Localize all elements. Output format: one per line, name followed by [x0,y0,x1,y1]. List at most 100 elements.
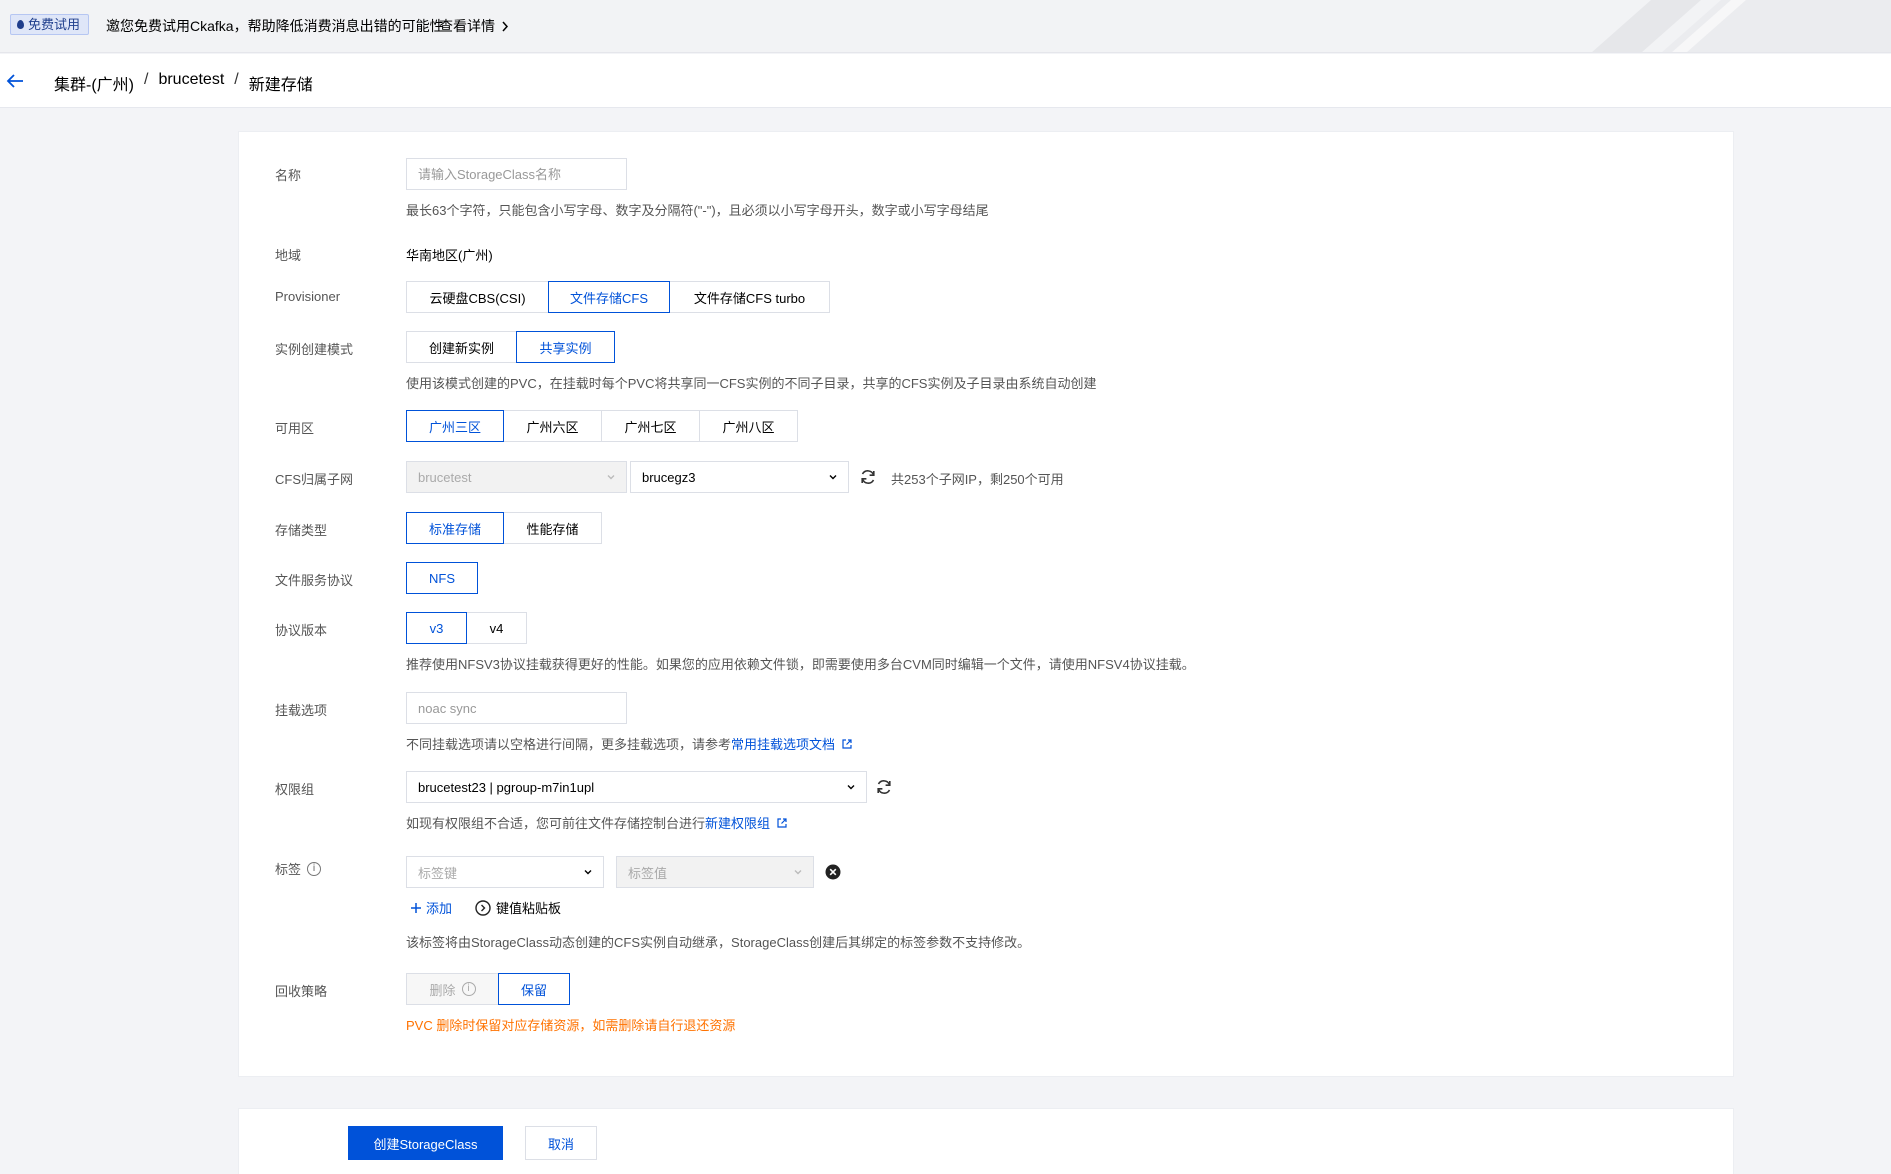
zone-label: 可用区 [275,421,315,436]
reclaim-policy-label: 回收策略 [275,984,328,999]
permission-group-hint: 如现有权限组不合适，您可前往文件存储控制台进行 新建权限组 [406,813,788,832]
reclaim-policy-selector: 删除 i 保留 [406,973,570,1005]
mount-options-input[interactable] [406,692,627,724]
name-label: 名称 [275,168,302,183]
tag-key-select[interactable]: 标签键 [406,856,604,888]
remove-tag-icon[interactable] [825,864,841,880]
zone-selector: 广州三区 广州六区 广州七区 广州八区 [406,410,798,442]
protocol-nfs[interactable]: NFS [406,562,478,594]
protocol-version-label: 协议版本 [275,623,328,638]
breadcrumb-cluster-id[interactable]: brucetest [158,71,224,95]
reclaim-policy-delete-label: 删除 [429,982,456,998]
external-link-icon [777,817,787,828]
refresh-subnet-icon[interactable] [859,468,877,486]
breadcrumb-separator: / [234,71,239,88]
subnet-label: CFS归属子网 [275,472,354,487]
view-details-label: 查看详情 [439,18,495,34]
subnet-ip-info: 共253个子网IP，剩250个可用 [891,472,1064,487]
mount-options-hint: 不同挂载选项请以空格进行间隔，更多挂载选项，请参考 常用挂载选项文档 [406,734,853,753]
protocol-version-v4[interactable]: v4 [466,612,527,644]
refresh-permission-group-icon[interactable] [875,778,893,796]
protocol-selector: NFS [406,562,478,594]
plus-icon [411,902,421,913]
chevron-down-icon [794,870,802,875]
announcement-banner: 免费试用 邀您免费试用Ckafka，帮助降低消费消息出错的可能性 查看详情 [0,0,1891,53]
region-value: 华南地区(广州) [406,248,493,263]
reclaim-policy-warning: PVC 删除时保留对应存储资源，如需删除请自行退还资源 [406,1018,736,1033]
permission-group-hint-text: 如现有权限组不合适，您可前往文件存储控制台进行 [406,816,706,831]
form-footer: 创建StorageClass 取消 [238,1108,1734,1174]
protocol-label: 文件服务协议 [275,573,354,588]
reclaim-policy-delete: 删除 i [406,973,499,1005]
vpc-select: brucetest [406,461,627,493]
tags-label: 标签 [275,862,302,877]
protocol-version-hint: 推荐使用NFSV3协议挂载获得更好的性能。如果您的应用依赖文件锁，即需要使用多台… [406,657,1195,672]
view-details-link[interactable]: 查看详情 [439,16,509,36]
breadcrumb-separator: / [144,71,149,88]
instance-mode-label: 实例创建模式 [275,342,354,357]
storage-form-card: 名称 最长63个字符，只能包含小写字母、数字及分隔符("-")，且必须以小写字母… [238,131,1734,1077]
free-trial-label: 免费试用 [28,17,81,32]
drop-icon [17,20,24,29]
provisioner-option-cbs[interactable]: 云硬盘CBS(CSI) [406,281,549,313]
banner-message: 邀您免费试用Ckafka，帮助降低消费消息出错的可能性 [106,18,444,34]
tags-label-group: 标签 i [275,859,322,878]
info-icon[interactable]: i [307,861,322,876]
external-link-icon [842,738,852,749]
banner-decoration [1592,0,1891,52]
cancel-button[interactable]: 取消 [525,1126,597,1160]
protocol-version-selector: v3 v4 [406,612,527,644]
free-trial-tag: 免费试用 [10,14,90,35]
storage-type-selector: 标准存储 性能存储 [406,512,602,544]
chevron-right-icon [502,21,509,31]
vpc-select-value: brucetest [418,469,472,485]
add-tag-label: 添加 [426,901,453,916]
create-storageclass-button[interactable]: 创建StorageClass [348,1126,503,1160]
instance-mode-selector: 创建新实例 共享实例 [406,331,615,363]
zone-option-gz3[interactable]: 广州三区 [406,410,504,442]
chevron-down-icon [847,785,855,790]
provisioner-selector: 云硬盘CBS(CSI) 文件存储CFS 文件存储CFS turbo [406,281,830,313]
subnet-select-value: brucegz3 [642,469,696,485]
instance-mode-hint: 使用该模式创建的PVC，在挂载时每个PVC将共享同一CFS实例的不同子目录，共享… [406,376,1097,391]
chevron-down-icon [584,870,592,875]
protocol-version-v3[interactable]: v3 [406,612,467,644]
permission-group-value: brucetest23 | pgroup-m7in1upl [418,779,595,795]
storage-type-performance[interactable]: 性能存储 [503,512,602,544]
new-permission-group-link[interactable]: 新建权限组 [705,813,770,832]
breadcrumb: 集群-(广州) / brucetest / 新建存储 [54,71,313,95]
name-input[interactable] [406,158,627,190]
storage-type-label: 存储类型 [275,523,328,538]
reclaim-policy-retain[interactable]: 保留 [498,973,570,1005]
info-icon[interactable]: i [461,982,476,996]
instance-mode-shared[interactable]: 共享实例 [516,331,615,363]
add-tag-button[interactable]: 添加 [410,898,452,917]
tag-value-placeholder: 标签值 [628,865,668,881]
tags-hint: 该标签将由StorageClass动态创建的CFS实例自动继承，StorageC… [406,935,1031,950]
zone-option-gz6[interactable]: 广州六区 [503,410,602,442]
provisioner-label: Provisioner [275,289,341,304]
subnet-select[interactable]: brucegz3 [630,461,849,493]
chevron-down-icon [829,475,837,480]
breadcrumb-cluster[interactable]: 集群-(广州) [54,71,134,95]
provisioner-option-cfs[interactable]: 文件存储CFS [548,281,670,313]
tag-key-placeholder: 标签键 [418,865,458,881]
mount-options-doc-link[interactable]: 常用挂载选项文档 [731,734,835,753]
zone-option-gz7[interactable]: 广州七区 [601,410,700,442]
back-arrow-icon[interactable] [4,71,26,91]
chevron-down-icon [607,475,615,480]
mount-options-hint-text: 不同挂载选项请以空格进行间隔，更多挂载选项，请参考 [406,737,732,752]
instance-mode-new[interactable]: 创建新实例 [406,331,517,363]
header-bar: 集群-(广州) / brucetest / 新建存储 [0,54,1891,108]
permission-group-select[interactable]: brucetest23 | pgroup-m7in1upl [406,771,867,803]
zone-option-gz8[interactable]: 广州八区 [699,410,798,442]
breadcrumb-current: 新建存储 [248,77,313,94]
name-hint: 最长63个字符，只能包含小写字母、数字及分隔符("-")，且必须以小写字母开头，… [406,203,989,218]
permission-group-label: 权限组 [275,782,315,797]
region-label: 地域 [275,248,302,263]
tag-value-select: 标签值 [616,856,814,888]
paste-board-button[interactable]: 键值粘贴板 [475,898,561,917]
mount-options-label: 挂载选项 [275,703,328,718]
provisioner-option-cfs-turbo[interactable]: 文件存储CFS turbo [669,281,830,313]
storage-type-standard[interactable]: 标准存储 [406,512,504,544]
